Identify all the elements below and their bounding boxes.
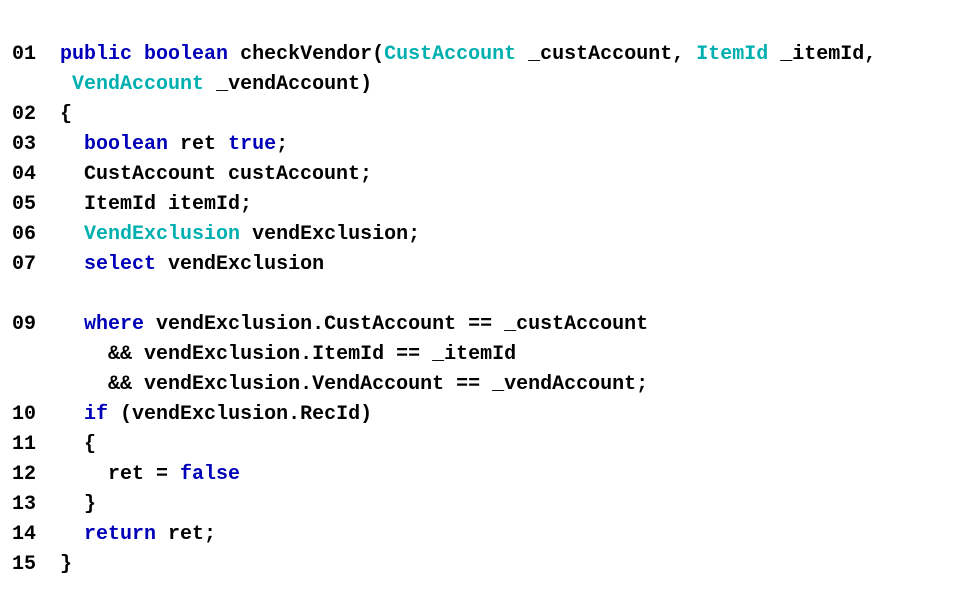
- line-number: 12: [12, 460, 48, 490]
- op-and: &&: [108, 343, 132, 366]
- line-05: 05 ItemId itemId;: [12, 193, 252, 216]
- line-07: 07 select vendExclusion: [12, 253, 324, 276]
- line-03: 03 boolean ret true;: [12, 133, 288, 156]
- kw-boolean: boolean: [144, 43, 228, 66]
- kw-where: where: [84, 313, 144, 336]
- cond: (vendExclusion.RecId): [120, 403, 372, 426]
- punct: ): [360, 73, 372, 96]
- line-number: 01: [12, 40, 48, 70]
- line-number: 10: [12, 400, 48, 430]
- expr: vendExclusion.CustAccount == _custAccoun…: [156, 313, 648, 336]
- ident: vendExclusion: [168, 253, 324, 276]
- line-14: 14 return ret;: [12, 523, 216, 546]
- kw-public: public: [60, 43, 132, 66]
- line-13: 13 }: [12, 493, 96, 516]
- line-12: 12 ret = false: [12, 463, 240, 486]
- line-number: 15: [12, 550, 48, 580]
- kw-select: select: [84, 253, 156, 276]
- kw-true: true: [228, 133, 276, 156]
- punct: }: [60, 553, 72, 576]
- ident: ret: [180, 133, 216, 156]
- line-number: 13: [12, 490, 48, 520]
- type-itemid: ItemId: [696, 43, 768, 66]
- line-09: 09 where vendExclusion.CustAccount == _c…: [12, 313, 648, 396]
- line-04: 04 CustAccount custAccount;: [12, 163, 372, 186]
- punct: ,: [672, 43, 684, 66]
- kw-if: if: [84, 403, 108, 426]
- param: _itemId: [780, 43, 864, 66]
- ident: vendExclusion;: [252, 223, 420, 246]
- type-vendexclusion: VendExclusion: [84, 223, 240, 246]
- kw-boolean: boolean: [84, 133, 168, 156]
- line-number: 06: [12, 220, 48, 250]
- line-number: 02: [12, 100, 48, 130]
- param: _custAccount: [528, 43, 672, 66]
- expr: vendExclusion.VendAccount == _vendAccoun…: [144, 373, 648, 396]
- assign: ret =: [108, 463, 180, 486]
- line-number: 11: [12, 430, 48, 460]
- ident: ret;: [168, 523, 216, 546]
- decl: ItemId itemId;: [84, 193, 252, 216]
- type-custaccount: CustAccount: [384, 43, 516, 66]
- punct: ,: [864, 43, 876, 66]
- line-10: 10 if (vendExclusion.RecId): [12, 403, 372, 426]
- punct: }: [84, 493, 96, 516]
- punct: {: [84, 433, 96, 456]
- line-15: 15 }: [12, 553, 72, 576]
- punct: (: [372, 43, 384, 66]
- line-01: 01 public boolean checkVendor(CustAccoun…: [12, 43, 876, 96]
- kw-return: return: [84, 523, 156, 546]
- line-number: 04: [12, 160, 48, 190]
- param: _vendAccount: [216, 73, 360, 96]
- decl: CustAccount custAccount;: [84, 163, 372, 186]
- line-number: 03: [12, 130, 48, 160]
- line-number: 05: [12, 190, 48, 220]
- line-06: 06 VendExclusion vendExclusion;: [12, 223, 420, 246]
- op-and: &&: [108, 373, 132, 396]
- punct: ;: [276, 133, 288, 156]
- code-block: 01 public boolean checkVendor(CustAccoun…: [0, 0, 954, 590]
- line-number: 09: [12, 310, 48, 340]
- line-number: 14: [12, 520, 48, 550]
- punct: {: [60, 103, 72, 126]
- type-vendaccount: VendAccount: [72, 73, 204, 96]
- line-11: 11 {: [12, 433, 96, 456]
- kw-false: false: [180, 463, 240, 486]
- line-number: 07: [12, 250, 48, 280]
- ident: checkVendor: [240, 43, 372, 66]
- line-02: 02 {: [12, 103, 72, 126]
- expr: vendExclusion.ItemId == _itemId: [144, 343, 516, 366]
